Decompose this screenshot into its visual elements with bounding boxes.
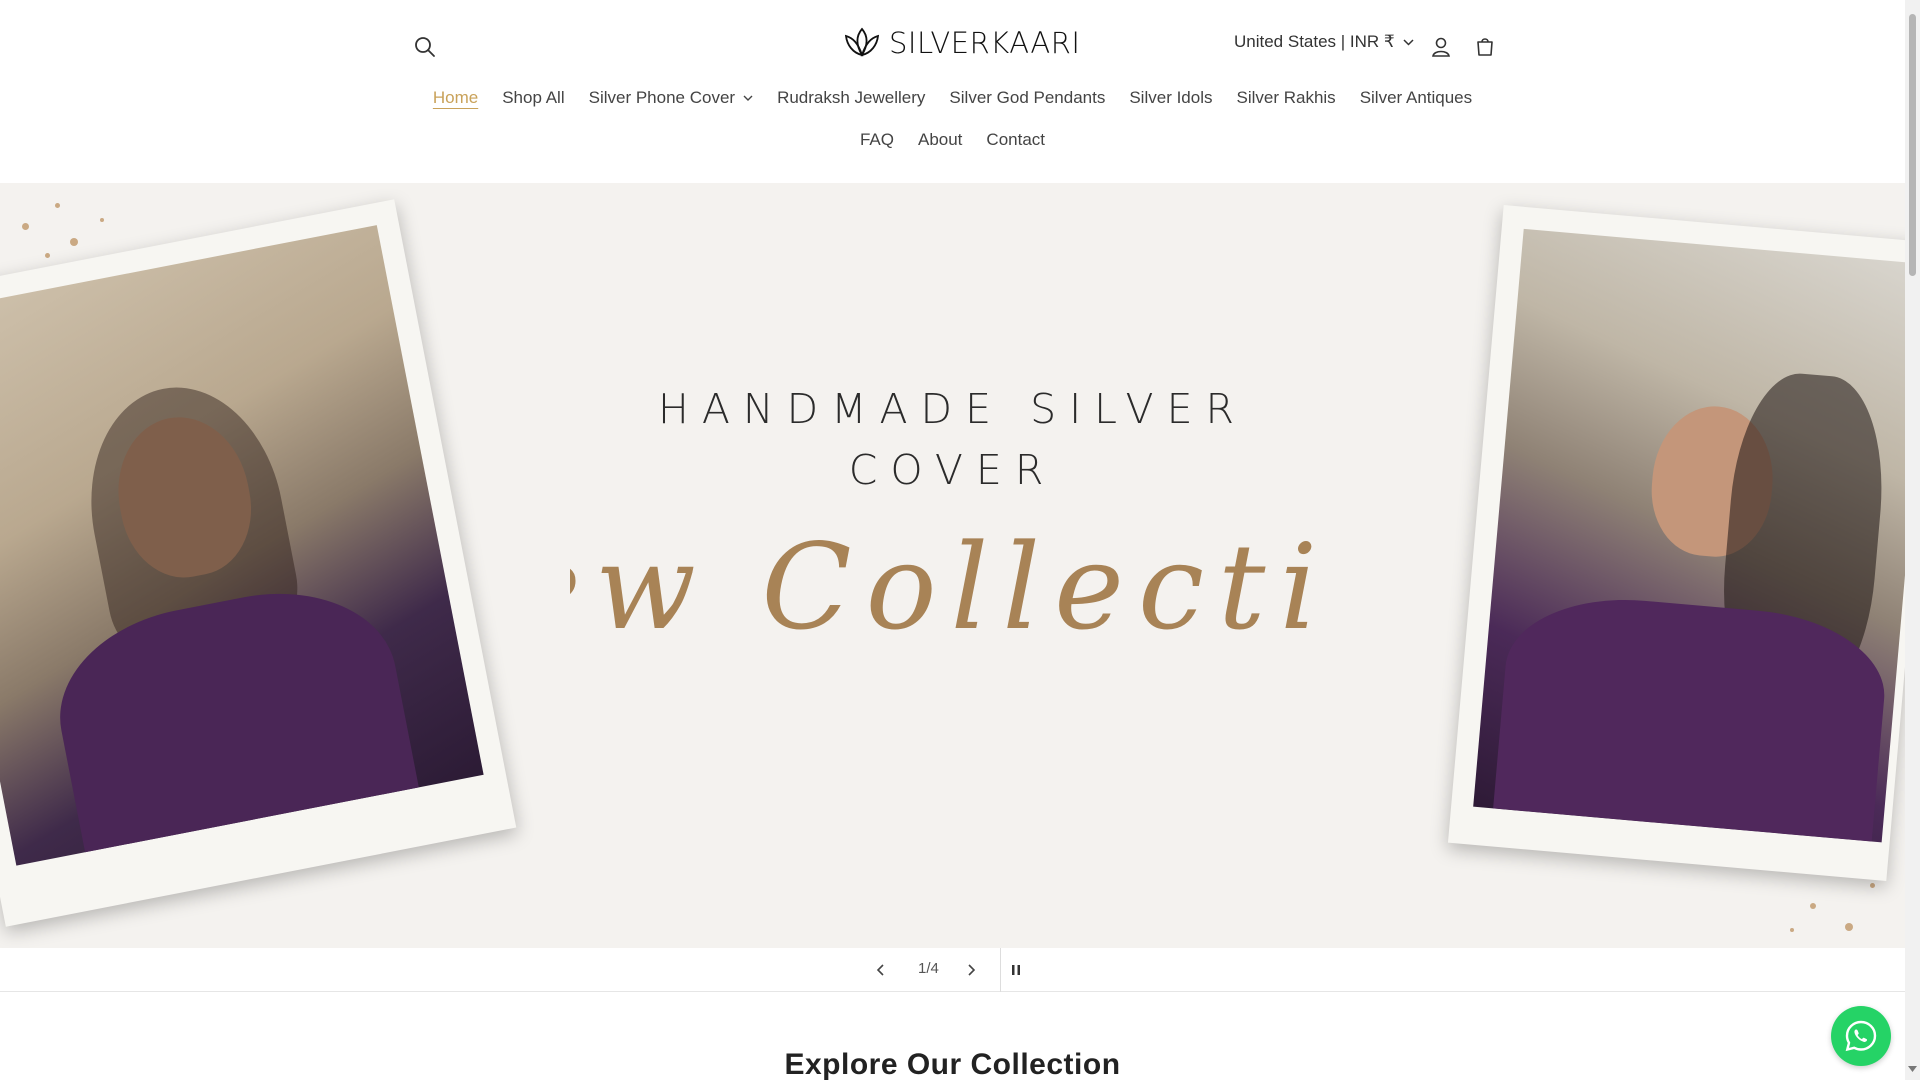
decor-speck <box>70 238 78 246</box>
nav-item-about[interactable]: About <box>906 130 974 150</box>
main-nav-row-2: FAQ About Contact <box>0 130 1905 150</box>
nav-item-label: Rudraksh Jewellery <box>777 88 926 107</box>
hero-title-line-1: HANDMADE SILVER <box>658 385 1247 433</box>
search-icon <box>415 37 435 57</box>
pause-slideshow-button[interactable] <box>1002 956 1030 984</box>
nav-item-label: FAQ <box>859 130 894 149</box>
nav-item-label: Shop All <box>502 88 565 107</box>
previous-slide-button[interactable] <box>866 956 894 984</box>
country-selector[interactable]: United States | INR ₹ <box>1234 32 1414 52</box>
search-button[interactable] <box>408 30 442 64</box>
hero-title-line-2: COVER <box>848 446 1057 494</box>
decor-speck <box>100 218 104 222</box>
hero-script-text: New Collection <box>570 518 1330 656</box>
nav-item-label: Silver Antiques <box>1359 88 1473 107</box>
decor-speck <box>22 223 29 230</box>
left-model-photo <box>0 225 484 866</box>
cart-button[interactable] <box>1468 30 1502 64</box>
right-photo-frame <box>1447 205 1905 881</box>
chevron-down-icon <box>743 95 753 101</box>
main-nav-row-1: Home Shop All Silver Phone Cover Rudraks… <box>0 88 1905 108</box>
page-scrollbar[interactable] <box>1905 0 1920 1080</box>
whatsapp-icon <box>1845 1020 1877 1052</box>
nav-item-silver-phone-cover[interactable]: Silver Phone Cover <box>577 88 765 108</box>
decor-speck <box>45 253 50 258</box>
nav-item-shop-all[interactable]: Shop All <box>490 88 576 108</box>
pause-icon <box>1012 965 1020 975</box>
hero-slide[interactable]: HANDMADE SILVER COVER New Collection <box>0 183 1905 948</box>
cart-icon <box>1477 38 1493 56</box>
slider-divider <box>1000 948 1001 992</box>
nav-item-label: Contact <box>986 130 1046 149</box>
decor-speck <box>1845 923 1853 931</box>
nav-item-home[interactable]: Home <box>421 88 490 108</box>
country-selector-label: United States | INR ₹ <box>1234 32 1395 51</box>
chevron-right-icon <box>968 964 976 976</box>
lotus-logo-icon <box>844 27 880 57</box>
chevron-down-icon <box>1403 38 1414 46</box>
decor-speck <box>1810 903 1816 909</box>
decor-speck <box>1870 883 1875 888</box>
nav-item-silver-idols[interactable]: Silver Idols <box>1117 88 1224 108</box>
nav-item-label: Silver Idols <box>1129 88 1213 107</box>
outfit-shape <box>43 571 423 866</box>
site-header: SILVERKAARI United States | INR ₹ Home S… <box>0 0 1905 183</box>
scrollbar-thumb[interactable] <box>1909 14 1916 276</box>
decor-speck <box>55 203 60 208</box>
nav-item-label: Silver God Pendants <box>949 88 1106 107</box>
slide-counter: 1/4 <box>918 960 939 977</box>
nav-item-rudraksh-jewellery[interactable]: Rudraksh Jewellery <box>765 88 937 108</box>
decor-speck <box>1790 928 1794 932</box>
next-slide-button[interactable] <box>958 956 986 984</box>
hero-script-title: New Collection <box>570 518 1330 656</box>
left-photo-frame <box>0 199 517 927</box>
logo-text: SILVERKAARI <box>889 26 1081 60</box>
nav-item-label: Silver Phone Cover <box>588 88 736 107</box>
nav-item-label: About <box>917 130 963 149</box>
account-button[interactable] <box>1424 30 1458 64</box>
whatsapp-chat-button[interactable] <box>1831 1006 1891 1066</box>
section-heading: Explore Our Collection <box>784 1048 1121 1080</box>
right-model-photo <box>1473 228 1905 843</box>
account-icon <box>1432 37 1450 57</box>
nav-item-contact[interactable]: Contact <box>974 130 1057 150</box>
site-logo[interactable]: SILVERKAARI <box>843 26 1080 60</box>
nav-item-silver-antiques[interactable]: Silver Antiques <box>1348 88 1484 108</box>
nav-item-faq[interactable]: FAQ <box>848 130 906 150</box>
chevron-left-icon <box>876 964 884 976</box>
nav-item-label: Silver Rakhis <box>1236 88 1336 107</box>
nav-item-silver-rakhis[interactable]: Silver Rakhis <box>1224 88 1347 108</box>
scroll-down-arrow-icon[interactable] <box>1908 1066 1917 1072</box>
nav-item-silver-god-pendants[interactable]: Silver God Pendants <box>937 88 1117 108</box>
slider-controls: 1/4 <box>0 948 1905 992</box>
nav-item-label: Home <box>432 88 479 107</box>
